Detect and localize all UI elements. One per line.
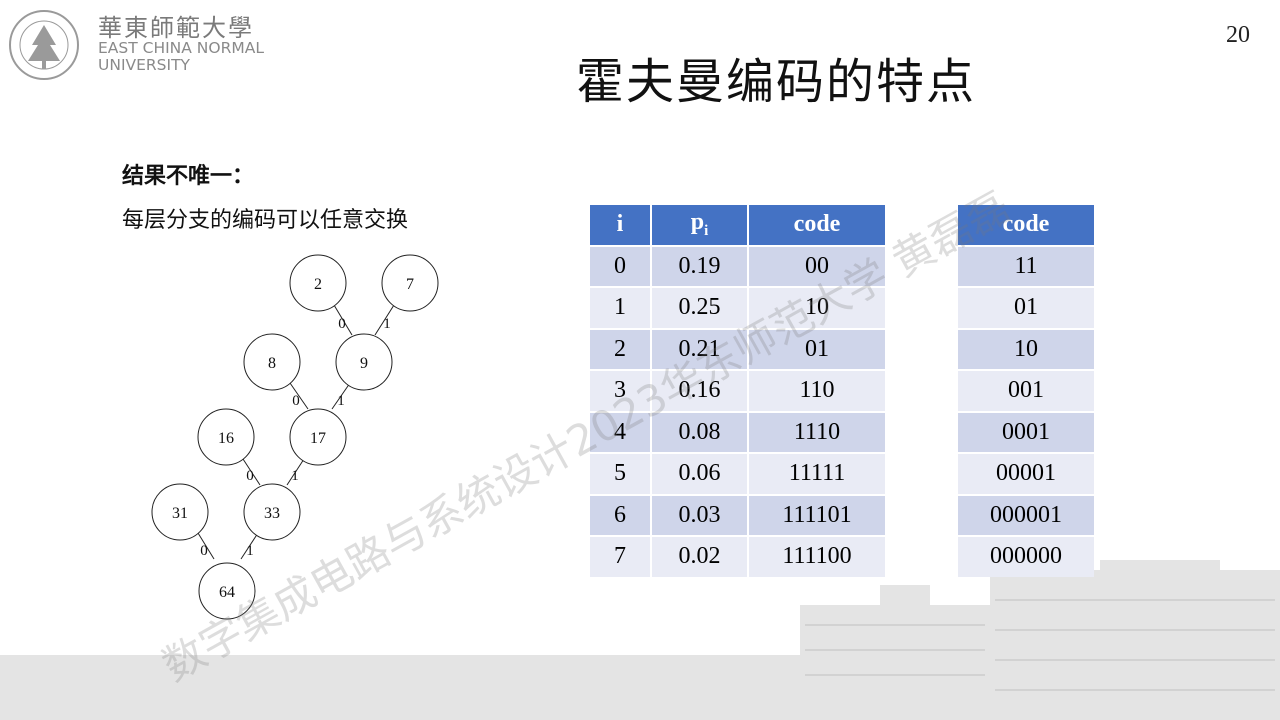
header-p: pi xyxy=(652,205,747,245)
tree-node-label: 2 xyxy=(314,276,322,293)
table-row: 10 xyxy=(958,329,1094,369)
tree-node-label: 8 xyxy=(268,355,276,372)
tree-edge-label: 0 xyxy=(338,316,346,332)
tree-edge-label: 1 xyxy=(383,316,391,332)
tree-edge-label: 0 xyxy=(292,393,300,409)
table-row: 000000 xyxy=(958,537,1094,577)
table-row: 6 0.03 111101 xyxy=(590,495,885,535)
header-code: code xyxy=(749,205,885,245)
logo-chinese-name: 華東師範大學 xyxy=(98,14,254,42)
point-title: 结果不唯一： xyxy=(122,164,255,189)
table-row: 0001 xyxy=(958,412,1094,452)
tree-node-label: 31 xyxy=(172,505,188,522)
tree-node-label: 16 xyxy=(218,430,234,447)
tree-edge-label: 1 xyxy=(337,393,345,409)
tree-edge-label: 1 xyxy=(291,468,299,484)
table-row: 000001 xyxy=(958,495,1094,535)
tree-edge-label: 0 xyxy=(200,543,208,559)
logo-english-name-line2: UNIVERSITY xyxy=(98,56,191,74)
tree-edge-label: 1 xyxy=(246,543,254,559)
alternate-code-table: code 11 01 10 001 0001 00001 000001 0000… xyxy=(956,203,1096,579)
table-row: 7 0.02 111100 xyxy=(590,537,885,577)
university-seal-logo xyxy=(9,10,79,80)
slide-title: 霍夫曼编码的特点 xyxy=(576,54,977,110)
tree-node-label: 33 xyxy=(264,505,280,522)
tree-node-label: 7 xyxy=(406,276,414,293)
table-row: 00001 xyxy=(958,454,1094,494)
table-row: 001 xyxy=(958,371,1094,411)
table-row: 5 0.06 11111 xyxy=(590,454,885,494)
header-i: i xyxy=(590,205,650,245)
table-row: 11 xyxy=(958,246,1094,286)
tree-node-label: 17 xyxy=(310,430,326,447)
page-number: 20 xyxy=(1226,22,1250,48)
tree-edge-label: 0 xyxy=(246,468,254,484)
point-text: 每层分支的编码可以任意交换 xyxy=(122,208,409,233)
tree-node-label: 9 xyxy=(360,355,368,372)
table-row: 01 xyxy=(958,288,1094,328)
logo-english-name-line1: EAST CHINA NORMAL xyxy=(98,39,264,57)
